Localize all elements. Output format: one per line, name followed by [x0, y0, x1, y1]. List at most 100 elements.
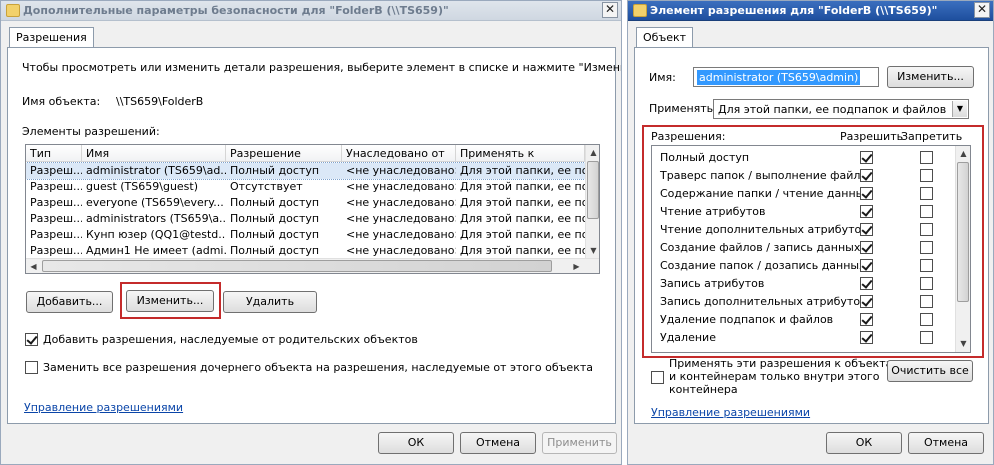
list-horizontal-scrollbar[interactable]: ◀ ▶: [26, 258, 599, 273]
clear-all-button[interactable]: Очистить все: [887, 360, 973, 382]
ok-button[interactable]: ОК: [826, 432, 902, 454]
scroll-up-icon[interactable]: ▲: [586, 145, 599, 160]
folder-icon: [6, 4, 20, 17]
scroll-thumb[interactable]: [42, 260, 552, 272]
manage-permissions-link[interactable]: Управление разрешениями: [24, 401, 183, 414]
close-icon[interactable]: ✕: [602, 2, 618, 18]
table-row[interactable]: Разреш... everyone (TS659\every... Полны…: [26, 195, 585, 211]
cell-name: administrator (TS659\ad...: [86, 164, 226, 177]
delete-button[interactable]: Удалить: [223, 291, 317, 313]
cell-name: Админ1 Не имеет (admi...: [86, 244, 226, 257]
allow-checkbox[interactable]: [860, 277, 873, 290]
column-header-inherited-from[interactable]: Унаследовано от: [342, 145, 456, 162]
chevron-down-icon[interactable]: ▼: [952, 101, 967, 117]
table-row[interactable]: Разреш... Кунп юзер (QQ1@testd... Полный…: [26, 227, 585, 243]
allow-checkbox[interactable]: [860, 205, 873, 218]
scroll-down-icon[interactable]: ▼: [586, 243, 599, 258]
table-row[interactable]: Разреш... administrators (TS659\a... Пол…: [26, 211, 585, 227]
deny-checkbox[interactable]: [920, 241, 933, 254]
deny-checkbox[interactable]: [920, 223, 933, 236]
apply-to-select[interactable]: Для этой папки, ее подпапок и файлов ▼: [713, 99, 969, 119]
scroll-thumb[interactable]: [957, 162, 969, 302]
cell-apply-to: Для этой папки, ее под...: [460, 228, 585, 241]
table-row[interactable]: Разреш... guest (TS659\guest) Отсутствуе…: [26, 179, 585, 195]
deny-checkbox[interactable]: [920, 313, 933, 326]
cell-apply-to: Для этой папки, ее под...: [460, 212, 585, 225]
manage-permissions-link[interactable]: Управление разрешениями: [651, 406, 810, 419]
allow-checkbox[interactable]: [860, 241, 873, 254]
list-vertical-scrollbar[interactable]: ▲ ▼: [585, 145, 599, 258]
name-field[interactable]: administrator (TS659\admin): [693, 67, 879, 87]
allow-checkbox[interactable]: [860, 313, 873, 326]
replace-child-checkbox-label[interactable]: Заменить все разрешения дочернего объект…: [43, 361, 593, 374]
cancel-button[interactable]: Отмена: [908, 432, 984, 454]
permissions-tab-panel: Чтобы просмотреть или изменить детали ра…: [7, 47, 621, 424]
permissions-list[interactable]: Полный доступ Траверс папок / выполнение…: [651, 145, 971, 353]
deny-checkbox[interactable]: [920, 259, 933, 272]
list-item: Запись атрибутов: [652, 275, 948, 293]
deny-checkbox[interactable]: [920, 169, 933, 182]
scroll-left-icon[interactable]: ◀: [26, 259, 41, 273]
allow-checkbox[interactable]: [860, 331, 873, 344]
right-title-bar[interactable]: Элемент разрешения для "FolderB (\\TS659…: [628, 1, 993, 21]
permissions-scrollbar[interactable]: ▲ ▼: [955, 146, 970, 352]
allow-checkbox[interactable]: [860, 259, 873, 272]
change-button[interactable]: Изменить...: [126, 290, 214, 312]
cell-inherited-from: <не унаследовано>: [346, 196, 456, 209]
list-item: Содержание папки / чтение данных: [652, 185, 948, 203]
apply-button[interactable]: Применить: [542, 432, 617, 454]
instructions-text: Чтобы просмотреть или изменить детали ра…: [22, 61, 622, 74]
allow-checkbox[interactable]: [860, 169, 873, 182]
apply-inside-line3[interactable]: контейнера: [669, 383, 738, 396]
allow-checkbox[interactable]: [860, 295, 873, 308]
permission-entries-list[interactable]: Тип Имя Разрешение Унаследовано от Приме…: [25, 144, 600, 274]
cancel-button[interactable]: Отмена: [460, 432, 536, 454]
permission-entry-window: Элемент разрешения для "FolderB (\\TS659…: [627, 0, 994, 465]
table-row[interactable]: Разреш... Админ1 Не имеет (admi... Полны…: [26, 243, 585, 259]
cell-apply-to: Для этой папки, ее под...: [460, 164, 585, 177]
table-row[interactable]: Разреш... administrator (TS659\ad... Пол…: [26, 162, 586, 180]
deny-checkbox[interactable]: [920, 205, 933, 218]
change-name-button[interactable]: Изменить...: [887, 66, 974, 88]
deny-checkbox[interactable]: [920, 151, 933, 164]
apply-inside-line1[interactable]: Применять эти разрешения к объектам: [669, 357, 901, 370]
column-header-type[interactable]: Тип: [26, 145, 82, 162]
tab-object[interactable]: Объект: [636, 27, 694, 48]
close-icon[interactable]: ✕: [974, 2, 990, 18]
ok-button[interactable]: ОК: [378, 432, 454, 454]
apply-to-label: Применять:: [649, 102, 717, 115]
scroll-thumb[interactable]: [587, 161, 599, 219]
column-header-name[interactable]: Имя: [82, 145, 226, 162]
replace-child-checkbox[interactable]: [25, 361, 38, 374]
cell-type: Разреш...: [30, 164, 82, 177]
permission-name: Содержание папки / чтение данных: [660, 187, 871, 200]
allow-checkbox[interactable]: [860, 187, 873, 200]
column-header-permission[interactable]: Разрешение: [226, 145, 342, 162]
deny-checkbox[interactable]: [920, 277, 933, 290]
scroll-up-icon[interactable]: ▲: [956, 146, 970, 161]
left-title-bar[interactable]: Дополнительные параметры безопасности дл…: [1, 1, 621, 21]
scroll-right-icon[interactable]: ▶: [569, 259, 584, 273]
cell-inherited-from: <не унаследовано>: [346, 164, 456, 177]
deny-checkbox[interactable]: [920, 331, 933, 344]
name-label: Имя:: [649, 71, 676, 84]
apply-inside-line2[interactable]: и контейнерам только внутри этого: [669, 370, 879, 383]
deny-checkbox[interactable]: [920, 295, 933, 308]
cell-apply-to: Для этой папки, ее под...: [460, 180, 585, 193]
inherit-checkbox[interactable]: [25, 333, 38, 346]
cell-inherited-from: <не унаследовано>: [346, 244, 456, 257]
deny-checkbox[interactable]: [920, 187, 933, 200]
allow-checkbox[interactable]: [860, 223, 873, 236]
inherit-checkbox-label[interactable]: Добавить разрешения, наследуемые от роди…: [43, 333, 418, 346]
scroll-down-icon[interactable]: ▼: [956, 336, 970, 351]
name-value: administrator (TS659\admin): [697, 70, 861, 85]
add-button[interactable]: Добавить...: [26, 291, 113, 313]
object-tab-panel: Имя: administrator (TS659\admin) Изменит…: [634, 47, 989, 424]
apply-inside-container-checkbox[interactable]: [651, 371, 664, 384]
left-window-title: Дополнительные параметры безопасности дл…: [23, 4, 449, 17]
allow-checkbox[interactable]: [860, 151, 873, 164]
list-item: Траверс папок / выполнение файлов: [652, 167, 948, 185]
right-window-title: Элемент разрешения для "FolderB (\\TS659…: [650, 4, 938, 17]
column-header-apply-to[interactable]: Применять к: [456, 145, 585, 162]
tab-permissions[interactable]: Разрешения: [9, 27, 94, 48]
